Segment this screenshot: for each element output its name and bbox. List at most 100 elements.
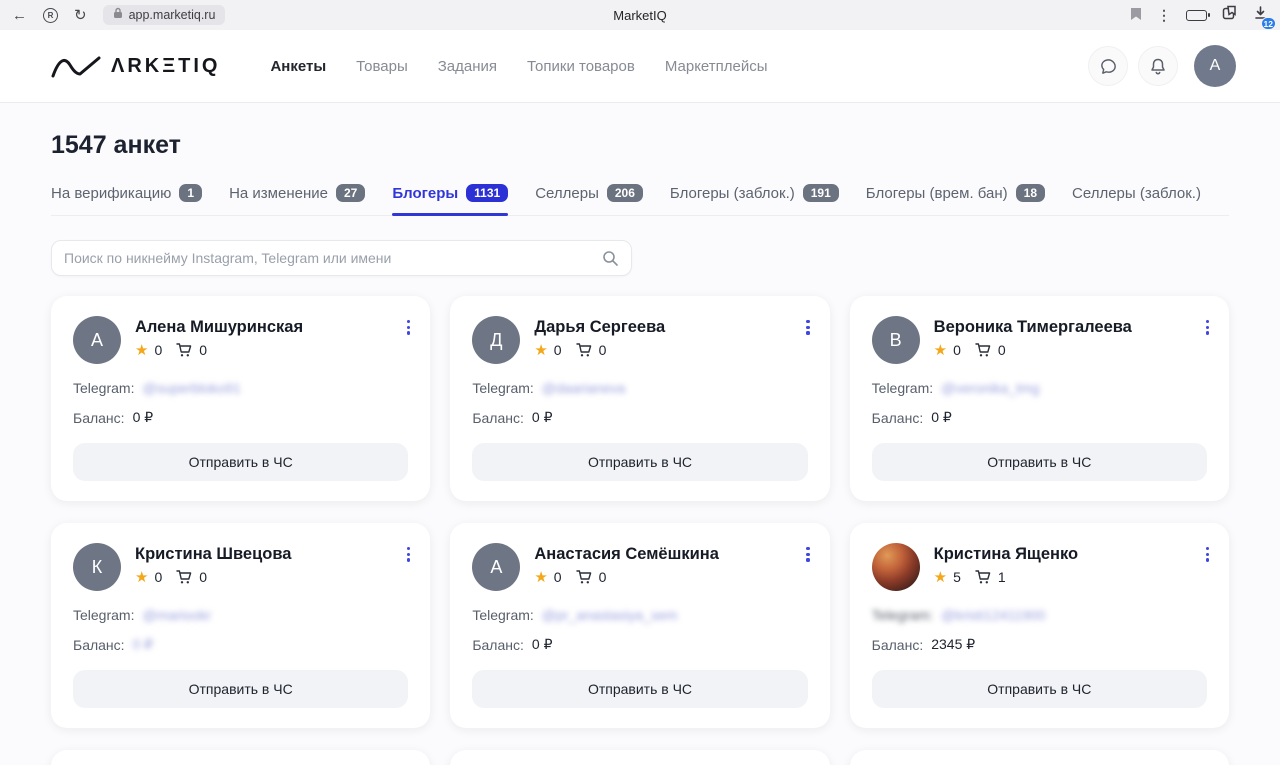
tab-blogery-zablok[interactable]: Блогеры (заблок.) 191 bbox=[670, 184, 839, 215]
avatar-photo bbox=[871, 543, 920, 591]
tab-label: Селлеры (заблок.) bbox=[1072, 185, 1201, 202]
profile-card-partial: Любовь Шуталаева bbox=[51, 750, 431, 765]
blacklist-button[interactable]: Отправить в ЧС bbox=[871, 670, 1207, 708]
address-bar[interactable]: app.marketiq.ru bbox=[102, 5, 226, 25]
logo-text: ΛRKΞTIQ bbox=[111, 54, 221, 77]
star-icon: ★ bbox=[534, 568, 548, 586]
bookmark-icon[interactable] bbox=[1130, 7, 1142, 24]
tab-count-badge: 206 bbox=[606, 184, 643, 202]
more-options-icon[interactable] bbox=[405, 318, 412, 337]
bell-icon bbox=[1151, 58, 1165, 74]
profile-name: Анастасия Семёшкина bbox=[534, 545, 719, 563]
profile-name: Алена Мишуринская bbox=[135, 318, 304, 336]
telegram-label: Telegram: bbox=[472, 607, 534, 623]
profile-card: Кристина Ященко ★ 5 1 Telegram: @kristi12… bbox=[849, 523, 1229, 728]
nav-item-tovary[interactable]: Товары bbox=[356, 58, 408, 75]
url-text: app.marketiq.ru bbox=[128, 8, 216, 22]
telegram-label: Telegram: bbox=[73, 607, 135, 623]
balance-value: 0 ₽ bbox=[531, 636, 553, 652]
blacklist-button[interactable]: Отправить в ЧС bbox=[73, 670, 409, 708]
search-icon bbox=[603, 250, 618, 266]
blacklist-button[interactable]: Отправить в ЧС bbox=[472, 443, 808, 481]
tab-count-badge: 18 bbox=[1015, 184, 1046, 202]
cart-count: 0 bbox=[598, 569, 607, 585]
logo[interactable]: ΛRKΞTIQ bbox=[51, 53, 220, 79]
star-icon: ★ bbox=[933, 568, 948, 586]
browser-tab-title: MarketIQ bbox=[613, 7, 667, 23]
tab-sellery[interactable]: Селлеры 206 bbox=[535, 184, 643, 215]
nav-item-ankety[interactable]: Анкеты bbox=[270, 58, 326, 75]
more-options-icon[interactable] bbox=[804, 545, 811, 564]
search-bar[interactable] bbox=[51, 240, 632, 276]
tab-sellery-zablok[interactable]: Селлеры (заблок.) bbox=[1072, 185, 1201, 215]
browser-toolbar: ← R ↻ app.marketiq.ru MarketIQ ⋮ 12 bbox=[0, 0, 1280, 30]
user-avatar[interactable]: A bbox=[1194, 45, 1236, 87]
lock-icon bbox=[113, 6, 123, 24]
chat-icon bbox=[1100, 58, 1116, 74]
star-count: 5 bbox=[953, 569, 961, 585]
collections-icon[interactable] bbox=[1222, 5, 1238, 25]
reload-icon[interactable]: ↻ bbox=[74, 8, 87, 23]
profile-name: Вероника Тимергалеева bbox=[933, 318, 1132, 336]
back-icon[interactable]: ← bbox=[12, 8, 27, 23]
tabs-bar: На верификацию 1 На изменение 27 Блогеры… bbox=[51, 184, 1229, 216]
blacklist-button[interactable]: Отправить в ЧС bbox=[871, 443, 1207, 481]
balance-value: 2345 ₽ bbox=[931, 636, 976, 652]
profile-name: Дарья Сергеева bbox=[534, 318, 666, 336]
chat-button[interactable] bbox=[1088, 46, 1128, 86]
avatar: Д bbox=[472, 316, 521, 364]
telegram-label: Telegram: bbox=[472, 380, 534, 396]
browser-menu-icon[interactable]: ⋮ bbox=[1157, 7, 1171, 24]
star-count: 0 bbox=[154, 569, 163, 585]
telegram-label: Telegram: bbox=[871, 380, 934, 396]
balance-label: Баланс: bbox=[871, 636, 924, 653]
download-count-badge: 12 bbox=[1260, 17, 1276, 30]
more-options-icon[interactable] bbox=[405, 545, 412, 564]
main-nav: Анкеты Товары Задания Топики товаров Мар… bbox=[270, 58, 767, 75]
main-content: 1547 анкет На верификацию 1 На изменение… bbox=[0, 131, 1280, 765]
more-options-icon[interactable] bbox=[1204, 545, 1211, 564]
balance-label: Баланс: bbox=[472, 409, 524, 426]
profiles-grid: А Алена Мишуринская ★ 0 0 Telegram: @supe… bbox=[51, 296, 1229, 765]
tab-count-badge: 1 bbox=[179, 184, 203, 202]
balance-label: Баланс: bbox=[871, 409, 924, 426]
browser-profile-icon[interactable]: R bbox=[43, 7, 58, 23]
tab-label: На изменение bbox=[229, 184, 328, 202]
balance-value: 0 ₽ bbox=[132, 636, 154, 652]
tab-blogery-vrem-ban[interactable]: Блогеры (врем. бан) 18 bbox=[866, 184, 1046, 215]
search-input[interactable] bbox=[64, 250, 602, 266]
more-options-icon[interactable] bbox=[804, 318, 811, 337]
tab-label: Блогеры bbox=[392, 184, 459, 202]
tab-na-verifikaciyu[interactable]: На верификацию 1 bbox=[51, 184, 203, 215]
telegram-handle: @mariookr bbox=[142, 607, 212, 623]
profile-name: Кристина Швецова bbox=[135, 545, 292, 563]
balance-value: 0 ₽ bbox=[132, 409, 154, 425]
cart-icon bbox=[176, 569, 193, 585]
notifications-button[interactable] bbox=[1138, 46, 1178, 86]
tab-label: На верификацию bbox=[51, 184, 172, 202]
tab-blogery[interactable]: Блогеры 1131 bbox=[392, 184, 509, 216]
telegram-handle: @kristi12411900 bbox=[941, 607, 1046, 623]
more-options-icon[interactable] bbox=[1204, 318, 1211, 337]
star-count: 0 bbox=[553, 569, 562, 585]
balance-value: 0 ₽ bbox=[531, 409, 553, 425]
cart-icon bbox=[975, 342, 992, 358]
nav-item-marketplacy[interactable]: Маркетплейсы bbox=[665, 58, 768, 75]
profile-card: К Кристина Швецова ★ 0 0 Telegram: @mario… bbox=[51, 523, 431, 728]
cart-icon bbox=[575, 569, 593, 585]
profile-name: Кристина Ященко bbox=[933, 545, 1079, 563]
blacklist-button[interactable]: Отправить в ЧС bbox=[472, 670, 808, 708]
balance-label: Баланс: bbox=[73, 409, 125, 426]
nav-item-zadaniya[interactable]: Задания bbox=[438, 58, 497, 75]
header-actions: A bbox=[1088, 45, 1236, 87]
star-count: 0 bbox=[553, 342, 562, 358]
tab-na-izmenenie[interactable]: На изменение 27 bbox=[229, 184, 366, 215]
downloads-icon[interactable]: 12 bbox=[1253, 5, 1276, 30]
nav-item-topiki[interactable]: Топики товаров bbox=[527, 58, 635, 75]
star-icon: ★ bbox=[933, 341, 948, 359]
app-header: ΛRKΞTIQ Анкеты Товары Задания Топики тов… bbox=[0, 30, 1280, 103]
tab-count-badge: 191 bbox=[802, 184, 839, 202]
profile-card: В Вероника Тимергалеева ★ 0 0 Telegram: @… bbox=[849, 296, 1229, 501]
cart-count: 0 bbox=[199, 342, 208, 358]
blacklist-button[interactable]: Отправить в ЧС bbox=[73, 443, 409, 481]
